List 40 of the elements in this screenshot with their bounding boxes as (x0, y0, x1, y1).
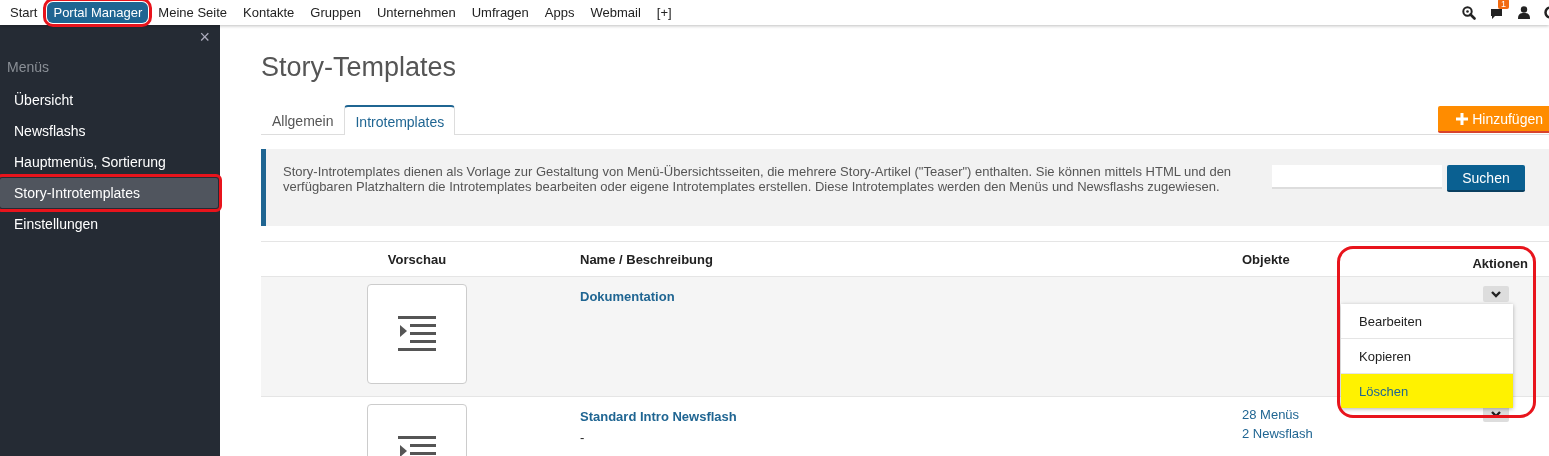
caret-icon (1491, 290, 1501, 298)
column-header: Vorschau (387, 251, 447, 267)
sidebar-heading: Menüs (6, 58, 51, 77)
template-description: - (580, 430, 586, 445)
tab[interactable]: Introtemplates (344, 105, 456, 135)
sidebar-item[interactable]: Einstellungen (0, 209, 220, 239)
template-name-link[interactable]: Standard Intro Newsflash (580, 409, 737, 424)
nav-item[interactable]: Gruppen (304, 2, 367, 23)
nav-item[interactable]: Start (4, 2, 44, 23)
sidebar-item[interactable]: Hauptmenüs, Sortierung (0, 147, 220, 177)
column-header: Name / Beschreibung (580, 251, 713, 267)
tab[interactable]: Allgemein (261, 105, 345, 134)
sidebar-item[interactable]: Newsflashs (0, 116, 220, 146)
sidebar-item[interactable]: Übersicht (0, 85, 220, 115)
page-title: Story-Templates (261, 52, 458, 82)
nav-item[interactable]: Unternehmen (370, 2, 462, 23)
nav-item[interactable]: Apps (538, 2, 581, 23)
nav-item[interactable]: [+] (650, 2, 678, 23)
close-button[interactable]: × (199, 27, 210, 47)
column-header: Objekte (1242, 251, 1290, 267)
objects-link[interactable]: 28 Menüs (1242, 407, 1300, 422)
template-name-link[interactable]: Dokumentation (580, 289, 675, 304)
search-icon[interactable] (1462, 5, 1476, 20)
menu-item[interactable]: Bearbeiten (1341, 304, 1513, 339)
nav-item[interactable]: Meine Seite (152, 2, 233, 23)
notification-badge: 1 (1498, 0, 1509, 9)
search-field[interactable] (1272, 165, 1442, 189)
nav-item[interactable]: Webmail (584, 2, 647, 23)
nav-item[interactable]: Umfragen (465, 2, 535, 23)
objects-link[interactable]: 2 Newsflash (1242, 426, 1313, 441)
search-button[interactable]: Suchen (1447, 165, 1525, 192)
plus-icon (1456, 113, 1469, 125)
actions-dropdown-button[interactable] (1483, 286, 1509, 302)
user-icon[interactable] (1518, 6, 1530, 19)
nav-item[interactable]: Kontakte (237, 2, 301, 23)
column-header: Aktionen (1472, 256, 1528, 271)
menu-item[interactable]: Löschen (1341, 374, 1513, 408)
info-text: Story-Introtemplates dienen als Vorlage zur Gestaltung von Menü-Übersichtsseiten, die mehrere Story-Artikel ("Teaser") enthalten. Sie können mittels HTML und den verfügbaren Platzhaltern die Introtemplates bearbeiten oder eigene Introtemplates erstellen. Diese Introtemplates werden den Menüs und Newsflashs zugewiesen. (283, 164, 1233, 194)
caret-icon (1491, 410, 1501, 418)
indent-icon (398, 316, 436, 352)
